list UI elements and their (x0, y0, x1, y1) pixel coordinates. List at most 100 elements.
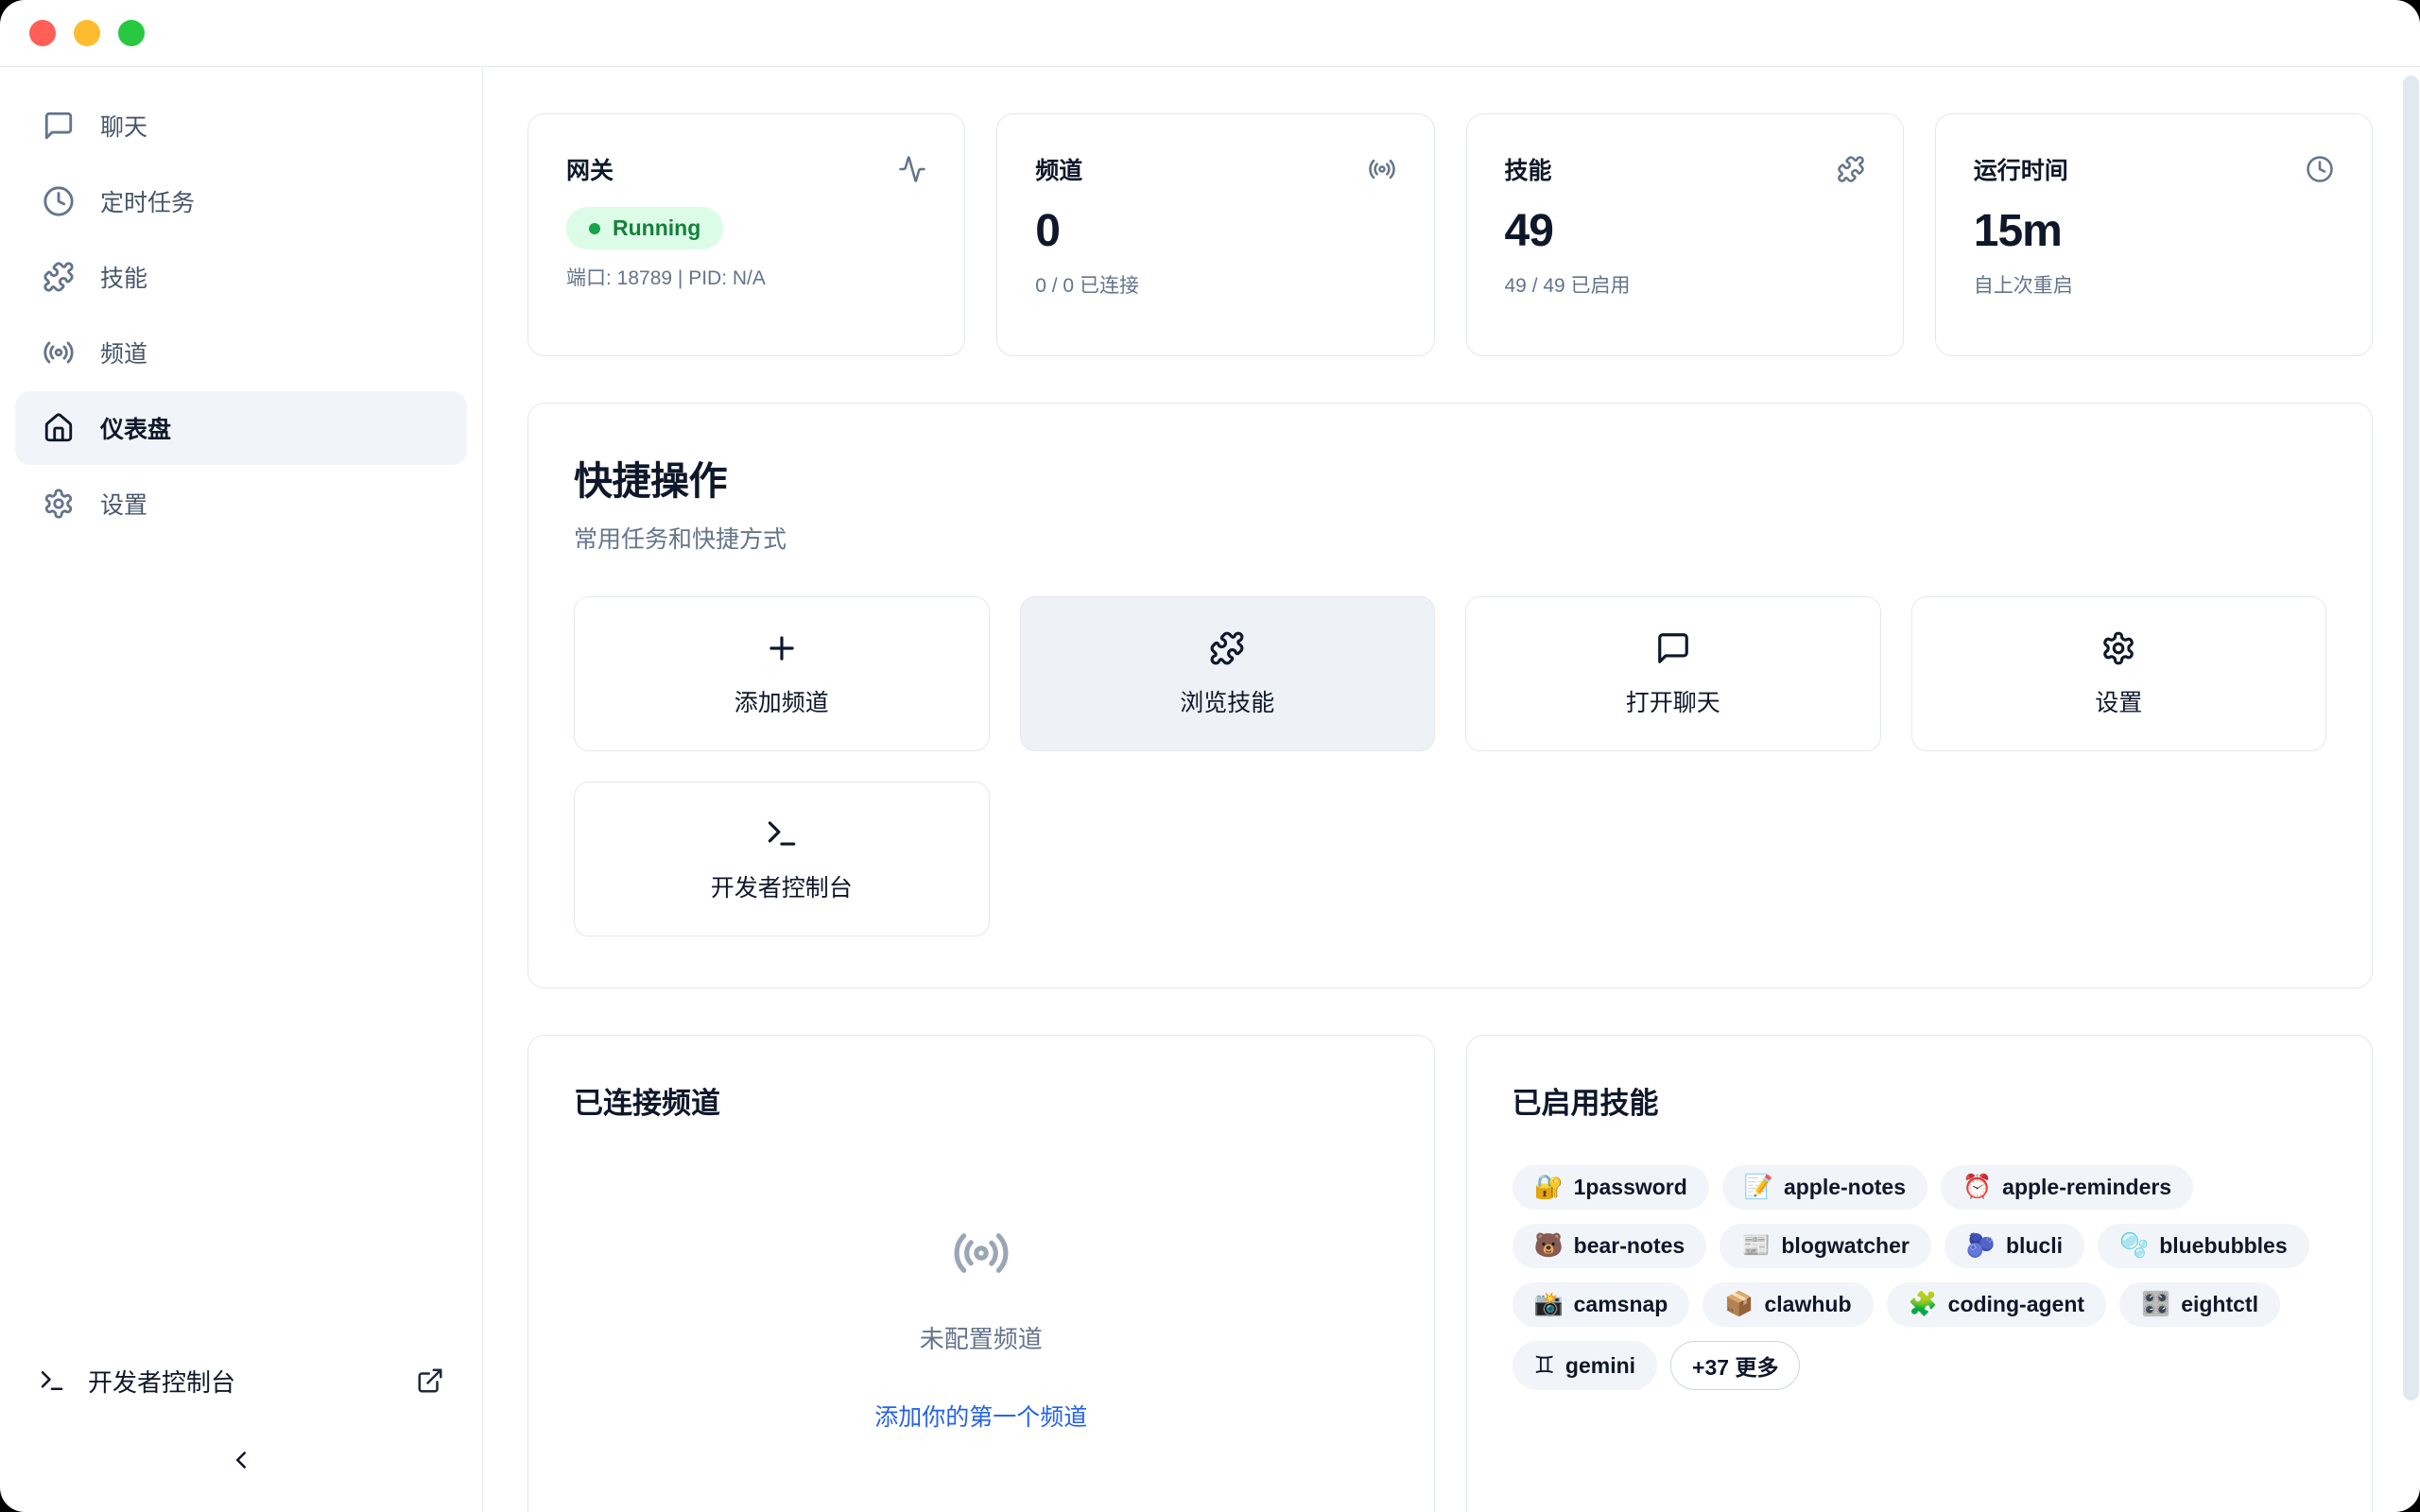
skill-emoji-icon: ⏰ (1962, 1174, 1992, 1201)
stat-title: 运行时间 (1974, 152, 2068, 186)
skill-chip: 🐻 bear-notes (1512, 1224, 1707, 1268)
enabled-skills-title: 已启用技能 (1512, 1079, 2327, 1122)
terminal-icon (764, 816, 800, 851)
skill-emoji-icon: 🫧 (2119, 1232, 2149, 1260)
status-label: Running (613, 215, 700, 241)
dev-console-button[interactable]: 开发者控制台 (28, 1353, 454, 1408)
status-badge: Running (566, 207, 723, 249)
sidebar-item[interactable]: 技能 (15, 240, 467, 314)
skill-chip: ♊ gemini (1512, 1341, 1658, 1390)
close-button[interactable] (29, 20, 56, 46)
scrollbar-thumb[interactable] (2403, 76, 2419, 1400)
skill-emoji-icon: 📸 (1534, 1291, 1564, 1318)
stat-card: 网关 Running 端口: 18789 | PID: N/A (527, 113, 965, 356)
stats-row: 网关 Running 端口: 18789 | PID: N/A 频道 (527, 113, 2373, 356)
skill-chip: 🧩 coding-agent (1887, 1282, 2107, 1327)
stat-subtext: 49 / 49 已启用 (1505, 270, 1865, 299)
clock-icon (43, 185, 75, 217)
stat-subtext: 端口: 18789 | PID: N/A (566, 263, 926, 291)
skill-name: clawhub (1765, 1292, 1852, 1317)
sidebar-item[interactable]: 频道 (15, 316, 467, 389)
skill-name: coding-agent (1948, 1292, 2084, 1317)
main-content: 网关 Running 端口: 18789 | PID: N/A 频道 (483, 67, 2420, 1512)
connected-channels-title: 已连接频道 (574, 1079, 1389, 1122)
gear-icon (43, 488, 75, 520)
skill-emoji-icon: 🐻 (1534, 1232, 1564, 1260)
skill-name: 1password (1574, 1175, 1687, 1200)
minimize-button[interactable] (74, 20, 100, 46)
skill-chip: 🫧 bluebubbles (2098, 1224, 2309, 1268)
quick-action-button[interactable]: 添加频道 (574, 596, 990, 751)
sidebar: 聊天 定时任务 技能 频道 (0, 67, 483, 1512)
stat-card: 运行时间 15m 自上次重启 (1935, 113, 2373, 356)
sidebar-item[interactable]: 设置 (15, 467, 467, 541)
stat-value: 0 (1035, 205, 1395, 257)
more-skills-chip[interactable]: +37 更多 (1670, 1341, 1800, 1390)
stat-value: 49 (1505, 205, 1865, 257)
puzzle-icon (43, 261, 75, 293)
stat-card: 技能 49 49 / 49 已启用 (1466, 113, 1904, 356)
titlebar (0, 0, 2420, 67)
stat-title: 技能 (1505, 152, 1552, 186)
quick-actions-grid: 添加频道 浏览技能 打开聊天 (574, 596, 2326, 936)
skill-chip: 📝 apple-notes (1722, 1165, 1927, 1210)
skill-name: apple-notes (1784, 1175, 1906, 1200)
collapse-sidebar-button chevron-left-icon[interactable] (227, 1446, 255, 1474)
add-first-channel-link[interactable]: 添加你的第一个频道 (874, 1399, 1087, 1433)
skill-chip: 📰 blogwatcher (1720, 1224, 1931, 1268)
zoom-button[interactable] (118, 20, 145, 46)
skill-chip: 📸 camsnap (1512, 1282, 1690, 1327)
external-link-icon[interactable] (416, 1366, 444, 1395)
quick-action-label: 打开聊天 (1626, 684, 1720, 718)
sidebar-nav: 聊天 定时任务 技能 频道 (15, 89, 467, 1353)
stat-subtext: 自上次重启 (1974, 270, 2334, 299)
skill-chip: ⏰ apple-reminders (1941, 1165, 2193, 1210)
skill-emoji-icon: ♊ (1534, 1351, 1555, 1380)
quick-actions-title: 快捷操作 (574, 449, 2326, 506)
channels-empty-state: 未配置频道 添加你的第一个频道 (574, 1224, 1389, 1433)
skill-chip: 🫐 blucli (1945, 1224, 2084, 1268)
sidebar-item[interactable]: 仪表盘 (15, 391, 467, 465)
activity-icon (898, 155, 926, 183)
sidebar-item-label: 设置 (100, 487, 147, 521)
skill-emoji-icon: 📰 (1741, 1232, 1771, 1260)
stat-title: 频道 (1035, 152, 1082, 186)
quick-action-button[interactable]: 设置 (1911, 596, 2327, 751)
chat-icon (1655, 630, 1691, 666)
quick-action-button[interactable]: 浏览技能 (1020, 596, 1436, 751)
skill-emoji-icon: 📝 (1744, 1174, 1773, 1201)
sidebar-item[interactable]: 聊天 (15, 89, 467, 163)
skill-chip: 🎛️ eightctl (2119, 1282, 2280, 1327)
home-icon (43, 412, 75, 444)
skill-emoji-icon: 🎛️ (2141, 1291, 2170, 1318)
skill-chip: 📦 clawhub (1703, 1282, 1873, 1327)
app-window: 聊天 定时任务 技能 频道 (0, 0, 2420, 1512)
radio-icon (43, 336, 75, 369)
puzzle-icon (1837, 155, 1865, 183)
skill-name: blogwatcher (1781, 1233, 1909, 1259)
skill-emoji-icon: 📦 (1724, 1291, 1754, 1318)
skill-name: blucli (2006, 1233, 2063, 1259)
skill-name: apple-reminders (2002, 1175, 2171, 1200)
app-body: 聊天 定时任务 技能 频道 (0, 67, 2420, 1512)
skill-name: camsnap (1574, 1292, 1668, 1317)
quick-action-label: 添加频道 (735, 684, 829, 718)
channels-empty-text: 未配置频道 (920, 1320, 1043, 1355)
quick-actions-panel: 快捷操作 常用任务和快捷方式 添加频道 浏览技能 (527, 403, 2373, 988)
quick-action-button[interactable]: 打开聊天 (1465, 596, 1881, 751)
sidebar-item-label: 定时任务 (100, 184, 195, 218)
sidebar-item-label: 技能 (100, 260, 147, 294)
sidebar-item[interactable]: 定时任务 (15, 164, 467, 238)
dev-console-label: 开发者控制台 (88, 1364, 235, 1399)
sidebar-item-label: 聊天 (100, 109, 147, 143)
skill-name: bluebubbles (2159, 1233, 2287, 1259)
quick-action-button[interactable]: 开发者控制台 (574, 782, 990, 936)
quick-action-label: 浏览技能 (1180, 684, 1274, 718)
puzzle-icon (1209, 630, 1245, 666)
stat-value: 15m (1974, 205, 2334, 257)
gear-icon (2100, 630, 2136, 666)
connected-channels-panel: 已连接频道 未配置频道 添加你的第一个频道 (527, 1035, 1435, 1512)
plus-icon (764, 630, 800, 666)
skills-chip-list: 🔐 1password 📝 apple-notes ⏰ appl (1512, 1165, 2327, 1390)
radio-icon (1368, 155, 1396, 183)
